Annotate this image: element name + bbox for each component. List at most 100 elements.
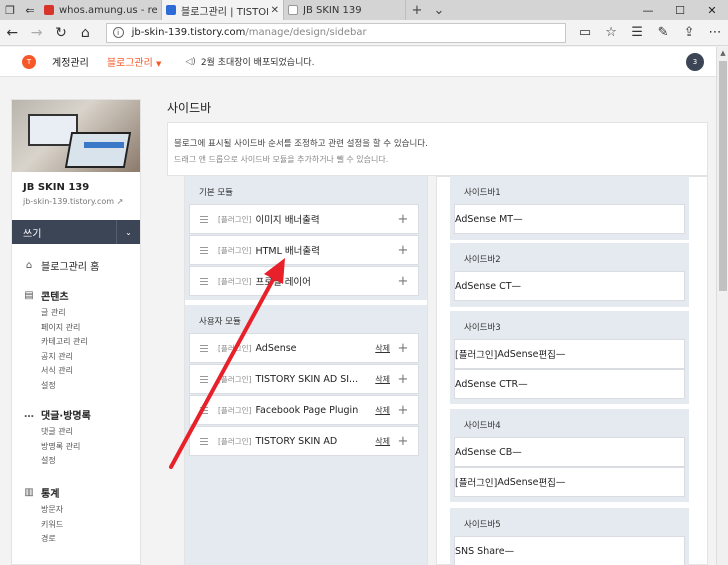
page-scrollbar[interactable]: ▲ xyxy=(716,47,728,565)
maximize-icon[interactable]: ☐ xyxy=(664,0,696,20)
notes-pen-icon[interactable]: ✎ xyxy=(650,25,676,40)
module-item-profile-layer[interactable]: [플러그인] 프로필 레이어 + xyxy=(189,266,419,296)
refresh-icon[interactable]: ↻ xyxy=(49,25,73,41)
nav-item-visitors[interactable]: 방문자 xyxy=(41,503,63,518)
blog-manage-menu[interactable]: 블로그관리 ▼ xyxy=(107,54,162,69)
sidebar-item-adsense-plugin[interactable]: [플러그인] AdSense 편집 — xyxy=(454,339,685,369)
speaker-icon: ◁) xyxy=(185,56,196,67)
write-button[interactable]: 쓰기 ⌄ xyxy=(12,220,140,244)
blog-title[interactable]: JB SKIN 139 xyxy=(23,182,140,193)
close-window-icon[interactable]: ✕ xyxy=(696,0,728,20)
group-title: 기본 모듈 xyxy=(199,188,233,198)
nav-item-guestbook[interactable]: 방명록 관리 xyxy=(41,440,91,455)
add-plus-icon[interactable]: + xyxy=(396,243,410,258)
drag-handle-icon[interactable] xyxy=(200,344,208,352)
delete-link[interactable]: 삭제 xyxy=(375,405,390,416)
more-menu-icon[interactable]: ⋯ xyxy=(702,25,728,40)
home-icon[interactable]: ⌂ xyxy=(73,25,97,41)
blog-url-link[interactable]: jb-skin-139.tistory.com ↗ xyxy=(23,197,140,206)
sidebar-item-adsense-ctr[interactable]: AdSense CTR — xyxy=(454,369,685,399)
browser-tab-tistory[interactable]: 블로그관리 | TISTORY ✕ xyxy=(162,0,284,20)
add-plus-icon[interactable]: + xyxy=(396,403,410,418)
add-plus-icon[interactable]: + xyxy=(396,341,410,356)
remove-minus-icon[interactable]: — xyxy=(518,379,528,390)
remove-minus-icon[interactable]: — xyxy=(505,546,515,557)
drag-handle-icon[interactable] xyxy=(200,215,208,223)
drag-handle-icon[interactable] xyxy=(200,375,208,383)
share-icon[interactable]: ⇪ xyxy=(676,25,702,40)
site-info-icon[interactable]: i xyxy=(112,27,124,38)
account-manage-link[interactable]: 계정관리 xyxy=(52,54,89,69)
module-item-image-banner[interactable]: [플러그인] 이미지 배너출력 + xyxy=(189,204,419,234)
add-plus-icon[interactable]: + xyxy=(396,372,410,387)
drag-handle-icon[interactable] xyxy=(200,437,208,445)
notice-banner[interactable]: ◁) 2월 초대장이 배포되었습니다. xyxy=(185,55,314,69)
nav-item-content-settings[interactable]: 설정 xyxy=(41,379,88,394)
nav-item-pages[interactable]: 페이지 관리 xyxy=(41,321,88,336)
nav-home[interactable]: ⌂ 블로그관리 홈 xyxy=(23,258,100,273)
module-item-tistory-skin-ad-si[interactable]: [플러그인] TISTORY SKIN AD SI... 삭제 + xyxy=(189,364,419,394)
module-item-adsense[interactable]: [플러그인] AdSense 삭제 + xyxy=(189,333,419,363)
module-item-facebook-page-plugin[interactable]: [플러그인] Facebook Page Plugin 삭제 + xyxy=(189,395,419,425)
group-title: 사이드바5 xyxy=(464,520,501,530)
delete-link[interactable]: 삭제 xyxy=(375,436,390,447)
nav-section-title[interactable]: 댓글·방명록 xyxy=(41,407,91,422)
edit-link[interactable]: 편집 xyxy=(538,347,555,361)
drag-handle-icon[interactable] xyxy=(200,246,208,254)
blog-manage-label: 블로그관리 xyxy=(106,58,153,69)
sidebar-item-adsense-ct[interactable]: AdSense CT — xyxy=(454,271,685,301)
remove-minus-icon[interactable]: — xyxy=(556,349,566,360)
module-item-html-banner[interactable]: [플러그인] HTML 배너출력 + xyxy=(189,235,419,265)
tab-dropdown-chevron-icon[interactable]: ⌄ xyxy=(428,0,450,20)
sidebar-item-sns-share[interactable]: SNS Share — xyxy=(454,536,685,565)
drag-handle-icon[interactable] xyxy=(200,406,208,414)
new-tab-plus-icon[interactable]: + xyxy=(406,0,428,20)
edit-link[interactable]: 편집 xyxy=(538,475,555,489)
minimize-icon[interactable]: — xyxy=(632,0,664,20)
favorite-star-icon[interactable]: ☆ xyxy=(598,25,624,40)
forward-arrow-icon[interactable]: → xyxy=(24,25,48,41)
tistory-logo-icon[interactable]: T xyxy=(22,54,36,69)
nav-item-posts[interactable]: 글 관리 xyxy=(41,306,88,321)
basic-module-group: 기본 모듈 [플러그인] 이미지 배너출력 + [플러그인] HTML 배너출력… xyxy=(185,176,427,300)
nav-item-comment-settings[interactable]: 설정 xyxy=(41,454,91,469)
remove-minus-icon[interactable]: — xyxy=(556,477,566,488)
nav-item-notices[interactable]: 공지 관리 xyxy=(41,350,88,365)
reading-view-icon[interactable]: ▭ xyxy=(572,25,598,40)
nav-item-templates[interactable]: 서식 관리 xyxy=(41,364,88,379)
sidebar-item-adsense-cb[interactable]: AdSense CB — xyxy=(454,437,685,467)
scroll-up-arrow-icon[interactable]: ▲ xyxy=(717,47,728,59)
tab-back-icon[interactable]: ⇐ xyxy=(20,0,40,20)
browser-tab-jb-skin[interactable]: JB SKIN 139 xyxy=(284,0,406,20)
back-arrow-icon[interactable]: ← xyxy=(0,25,24,41)
delete-link[interactable]: 삭제 xyxy=(375,374,390,385)
whos-amung-favicon-icon xyxy=(44,5,54,15)
nav-item-categories[interactable]: 카테고리 관리 xyxy=(41,335,88,350)
nav-section-title[interactable]: 콘텐츠 xyxy=(41,288,69,303)
browser-tab-whos-amung[interactable]: whos.amung.us - real-time : xyxy=(40,0,162,20)
url-input[interactable]: i jb-skin-139.tistory.com /manage/design… xyxy=(105,22,567,43)
add-plus-icon[interactable]: + xyxy=(396,434,410,449)
remove-minus-icon[interactable]: — xyxy=(513,214,523,225)
url-host: jb-skin-139.tistory.com xyxy=(131,27,246,38)
nav-item-keywords[interactable]: 키워드 xyxy=(41,518,63,533)
chevron-down-icon[interactable]: ⌄ xyxy=(116,220,140,244)
favorites-hub-icon[interactable]: ☰ xyxy=(624,25,650,40)
module-item-tistory-skin-ad[interactable]: [플러그인] TISTORY SKIN AD 삭제 + xyxy=(189,426,419,456)
remove-minus-icon[interactable]: — xyxy=(512,447,522,458)
nav-item-comments[interactable]: 댓글 관리 xyxy=(41,425,91,440)
remove-minus-icon[interactable]: — xyxy=(512,281,522,292)
close-tab-icon[interactable]: ✕ xyxy=(271,5,279,16)
delete-link[interactable]: 삭제 xyxy=(375,343,390,354)
drag-handle-icon[interactable] xyxy=(200,277,208,285)
add-plus-icon[interactable]: + xyxy=(396,274,410,289)
scrollbar-thumb[interactable] xyxy=(719,61,727,291)
add-plus-icon[interactable]: + xyxy=(396,212,410,227)
nav-item-referrers[interactable]: 경로 xyxy=(41,532,63,547)
sidebar-item-adsense-plugin[interactable]: [플러그인] AdSense 편집 — xyxy=(454,467,685,497)
external-link-icon: ↗ xyxy=(116,197,124,206)
avatar[interactable]: 3 xyxy=(686,52,704,71)
sidebar-item-adsense-mt[interactable]: AdSense MT — xyxy=(454,204,685,234)
tab-actions-icon[interactable]: ❐ xyxy=(0,0,20,20)
nav-section-title[interactable]: 통계 xyxy=(41,485,59,500)
